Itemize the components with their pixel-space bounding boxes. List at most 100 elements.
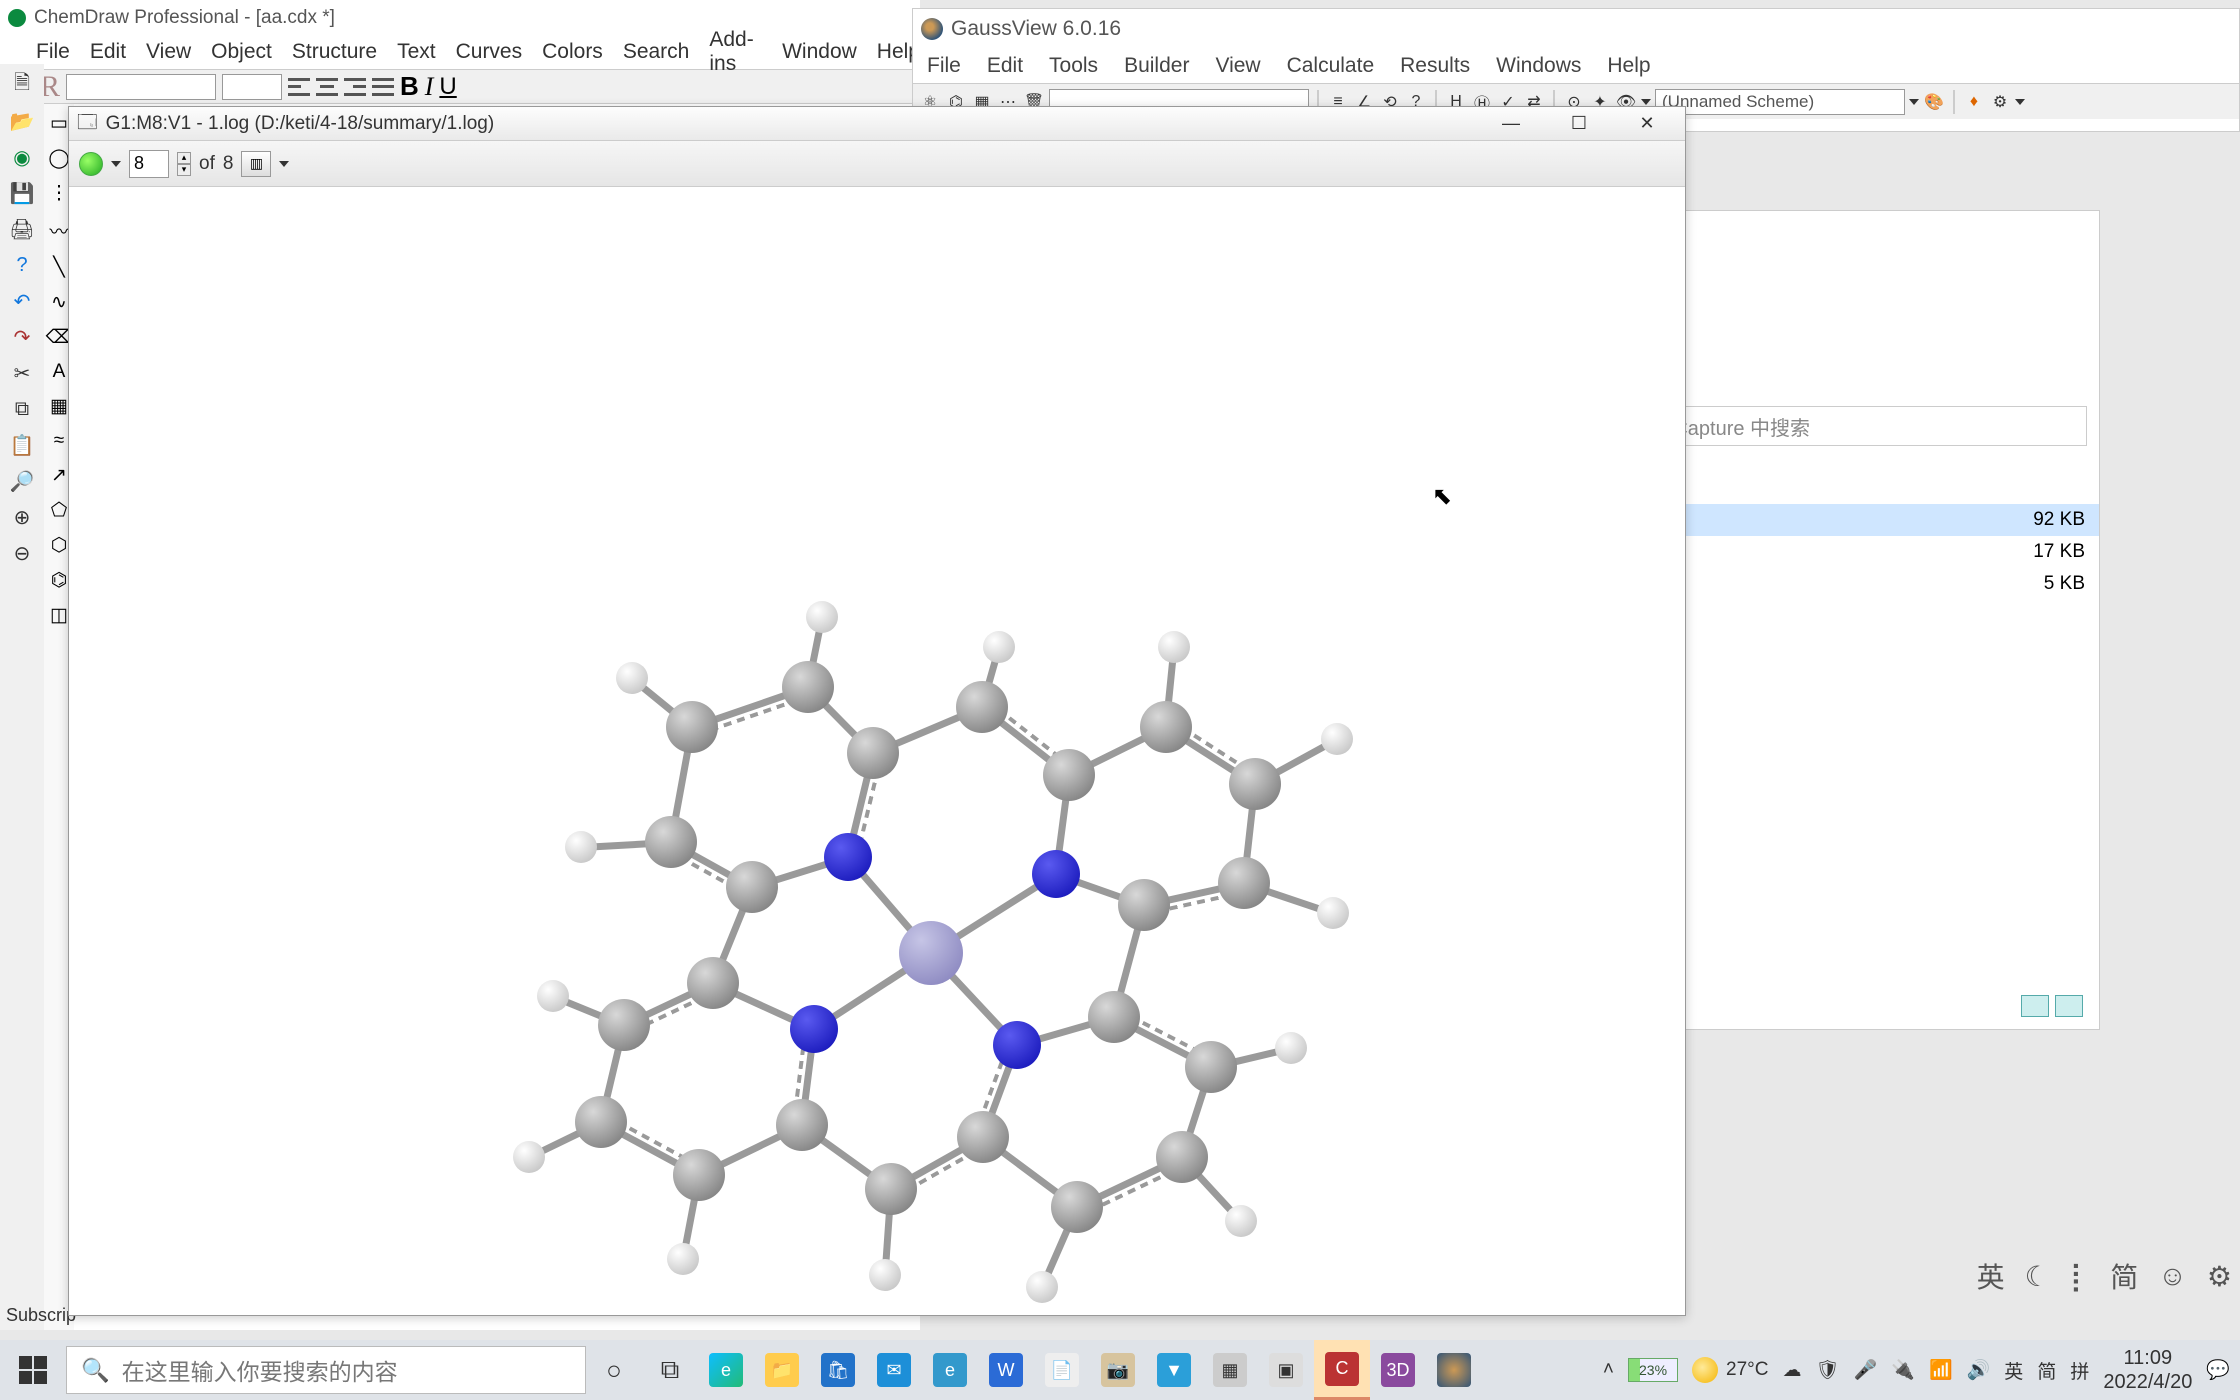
ime-lang[interactable]: 英 bbox=[1977, 1256, 2005, 1296]
gv-menu-help[interactable]: Help bbox=[1607, 54, 1650, 78]
bond-icon[interactable]: ╲ bbox=[53, 256, 64, 279]
close-button[interactable]: ✕ bbox=[1617, 107, 1677, 141]
atom-c[interactable] bbox=[1218, 857, 1270, 909]
notifications-icon[interactable]: 💬 bbox=[2206, 1358, 2230, 1382]
atom-h[interactable] bbox=[1275, 1032, 1307, 1064]
file-view-toggle[interactable] bbox=[2021, 995, 2083, 1017]
atom-c[interactable] bbox=[1118, 879, 1170, 931]
gv-menu-edit[interactable]: Edit bbox=[987, 54, 1023, 78]
italic-icon[interactable]: I bbox=[425, 72, 434, 102]
menu-structure[interactable]: Structure bbox=[292, 40, 377, 64]
atom-h[interactable] bbox=[565, 831, 597, 863]
underline-icon[interactable]: U bbox=[439, 73, 456, 101]
mail-app[interactable]: ✉ bbox=[866, 1340, 922, 1400]
menu-curves[interactable]: Curves bbox=[456, 40, 523, 64]
ime-punct-icon[interactable]: ⡇ bbox=[2070, 1260, 2091, 1293]
find-icon[interactable]: 🔎 bbox=[9, 468, 35, 494]
arrow-tool-icon[interactable]: ↗ bbox=[51, 464, 67, 487]
store-app[interactable]: 🛍 bbox=[810, 1340, 866, 1400]
tray-ime-pin[interactable]: 拼 bbox=[2070, 1357, 2089, 1384]
benzene-icon[interactable]: ⌬ bbox=[51, 569, 68, 592]
tray-ime-simp[interactable]: 简 bbox=[2037, 1357, 2056, 1384]
atom-h[interactable] bbox=[667, 1243, 699, 1275]
atom-h[interactable] bbox=[1225, 1205, 1257, 1237]
taskbar-search[interactable]: 🔍 在这里输入你要搜索的内容 bbox=[66, 1346, 586, 1394]
file-search-input[interactable]: VCapture 中搜索 bbox=[1651, 406, 2087, 446]
atom-c[interactable] bbox=[598, 999, 650, 1051]
dots-icon[interactable]: ⋮ bbox=[50, 182, 69, 205]
zoom-out-icon[interactable]: ⊖ bbox=[9, 540, 35, 566]
doc-icon[interactable]: 🗎 bbox=[9, 72, 35, 98]
cd-logo-icon[interactable]: ◉ bbox=[9, 144, 35, 170]
animate-icon[interactable]: ▥ bbox=[241, 151, 271, 177]
file-row[interactable]: 92 KB bbox=[1651, 504, 2099, 536]
menu-colors[interactable]: Colors bbox=[542, 40, 603, 64]
cut-icon[interactable]: ✂ bbox=[9, 360, 35, 386]
align-right-icon[interactable] bbox=[344, 78, 366, 96]
gv-menu-results[interactable]: Results bbox=[1400, 54, 1470, 78]
menu-window[interactable]: Window bbox=[782, 40, 857, 64]
undo-icon[interactable]: ↶ bbox=[9, 288, 35, 314]
save-icon[interactable]: 💾 bbox=[9, 180, 35, 206]
wavy-icon[interactable]: ≈ bbox=[54, 430, 64, 452]
file-row[interactable]: 17 KB bbox=[1651, 536, 2099, 568]
atom-c[interactable] bbox=[776, 1099, 828, 1151]
3d-app[interactable]: 3D bbox=[1370, 1340, 1426, 1400]
hexagon-icon[interactable]: ⬡ bbox=[51, 534, 68, 557]
chemdraw-menubar[interactable]: File Edit View Object Structure Text Cur… bbox=[0, 35, 920, 69]
atom-n[interactable] bbox=[790, 1005, 838, 1053]
chain-icon[interactable]: ∿ bbox=[51, 291, 67, 314]
list-view-icon[interactable] bbox=[2021, 995, 2049, 1017]
atom-c[interactable] bbox=[575, 1096, 627, 1148]
calc-app[interactable]: ▦ bbox=[1202, 1340, 1258, 1400]
tray-volume-icon[interactable]: 🔊 bbox=[1967, 1358, 1991, 1382]
cube-icon[interactable]: ◫ bbox=[50, 604, 68, 627]
gv-menu-view[interactable]: View bbox=[1215, 54, 1260, 78]
tray-ime-lang[interactable]: 英 bbox=[2004, 1357, 2023, 1384]
tray-power-icon[interactable]: 🔌 bbox=[1891, 1358, 1915, 1382]
atom-c[interactable] bbox=[726, 861, 778, 913]
weather-widget[interactable]: 27°C bbox=[1692, 1357, 1768, 1383]
table-icon[interactable]: ▦ bbox=[50, 395, 68, 418]
menu-object[interactable]: Object bbox=[211, 40, 272, 64]
atom-h[interactable] bbox=[513, 1141, 545, 1173]
cortana-icon[interactable]: ○ bbox=[586, 1340, 642, 1400]
menu-search[interactable]: Search bbox=[623, 40, 690, 64]
start-button[interactable] bbox=[0, 1340, 66, 1400]
atom-h[interactable] bbox=[869, 1259, 901, 1291]
wps-app[interactable]: W bbox=[978, 1340, 1034, 1400]
frame-spinner[interactable]: ▴▾ bbox=[177, 152, 191, 176]
frame-current-input[interactable] bbox=[129, 150, 169, 178]
atom-c[interactable] bbox=[1051, 1181, 1103, 1233]
dropdown-icon[interactable] bbox=[1641, 99, 1651, 105]
ime-moon-icon[interactable]: ☾ bbox=[2025, 1260, 2050, 1293]
menu-view[interactable]: View bbox=[146, 40, 191, 64]
tray-mic-icon[interactable]: 🎤 bbox=[1854, 1358, 1878, 1382]
maximize-button[interactable]: ☐ bbox=[1549, 107, 1609, 141]
atom-h[interactable] bbox=[1158, 631, 1190, 663]
atom-h[interactable] bbox=[616, 662, 648, 694]
reader-app[interactable]: ▣ bbox=[1258, 1340, 1314, 1400]
gv-menu-calculate[interactable]: Calculate bbox=[1287, 54, 1375, 78]
atom-h[interactable] bbox=[1317, 897, 1349, 929]
atom-c[interactable] bbox=[645, 816, 697, 868]
paste-icon[interactable]: 📋 bbox=[9, 432, 35, 458]
atom-c[interactable] bbox=[1140, 701, 1192, 753]
ime-settings-icon[interactable]: ⚙ bbox=[2207, 1260, 2232, 1293]
font-select[interactable] bbox=[66, 74, 216, 100]
notes-app[interactable]: 📄 bbox=[1034, 1340, 1090, 1400]
bold-icon[interactable]: B bbox=[400, 71, 419, 102]
explorer-app[interactable]: 📁 bbox=[754, 1340, 810, 1400]
gv-menu-builder[interactable]: Builder bbox=[1124, 54, 1189, 78]
molecule-titlebar[interactable]: 🗔 G1:M8:V1 - 1.log (D:/keti/4-18/summary… bbox=[69, 107, 1685, 141]
atom-c[interactable] bbox=[1156, 1131, 1208, 1183]
minimize-button[interactable]: — bbox=[1481, 107, 1541, 141]
gv-palette-icon[interactable]: 🎨 bbox=[1923, 91, 1945, 113]
atom-n[interactable] bbox=[993, 1021, 1041, 1069]
detail-view-icon[interactable] bbox=[2055, 995, 2083, 1017]
gv-fire-icon[interactable]: ♦ bbox=[1963, 91, 1985, 113]
tray-chevron-icon[interactable]: ˄ bbox=[1603, 1359, 1614, 1381]
edge-app[interactable]: e bbox=[698, 1340, 754, 1400]
file-row[interactable]: 5 KB bbox=[1651, 568, 2099, 600]
atom-c[interactable] bbox=[956, 681, 1008, 733]
